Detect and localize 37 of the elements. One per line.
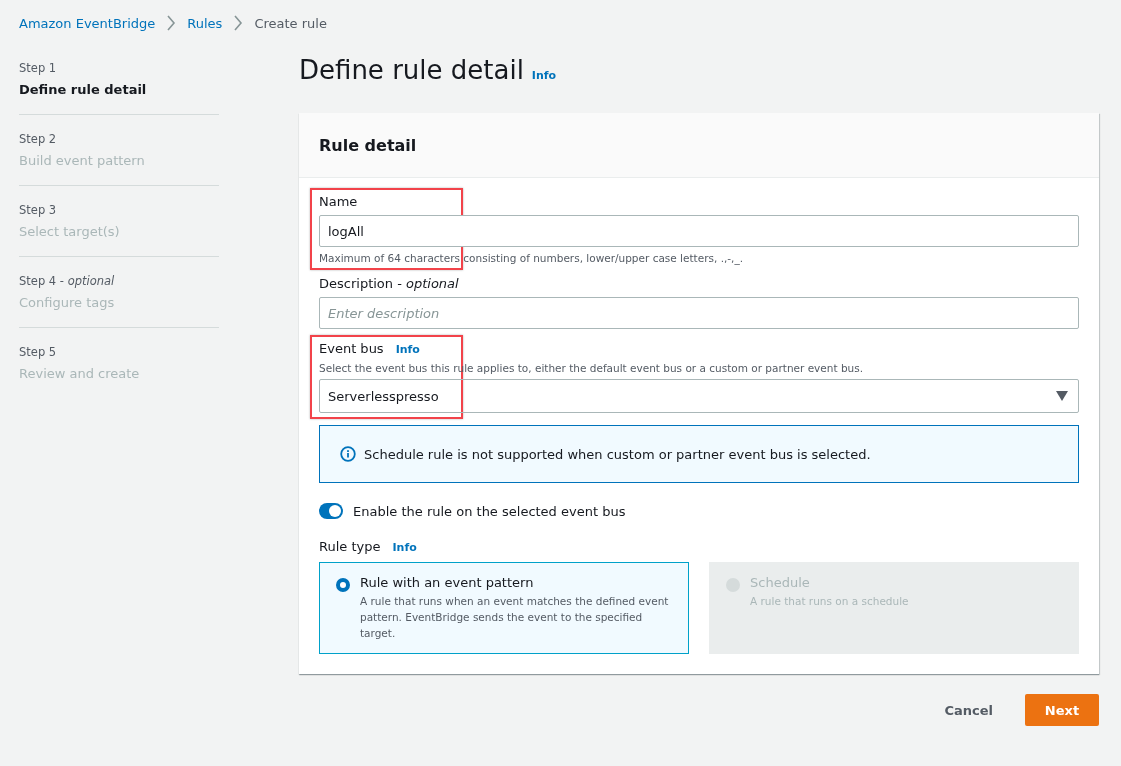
radio-button[interactable] bbox=[336, 578, 350, 592]
field-label: Description - optional bbox=[319, 276, 460, 291]
info-link[interactable]: Info bbox=[531, 69, 557, 82]
caret-down-icon bbox=[1056, 391, 1068, 401]
info-icon bbox=[340, 446, 356, 462]
chevron-right-icon bbox=[233, 15, 244, 31]
step-number: Step 4 - optional bbox=[19, 274, 116, 288]
breadcrumb-link[interactable]: Amazon EventBridge bbox=[19, 15, 156, 31]
field-hint: Maximum of 64 characters consisting of numbers, lower/upper case letters, .,-,_. bbox=[319, 252, 745, 264]
description-input[interactable]: Enter description bbox=[319, 297, 1079, 329]
current-page-label: Create rule bbox=[254, 15, 327, 31]
field-label: Rule type bbox=[319, 539, 381, 554]
next-button[interactable]: Next bbox=[1025, 694, 1099, 726]
chevron-right-icon bbox=[166, 15, 177, 31]
card-title: Rule detail bbox=[319, 135, 417, 155]
cancel-button[interactable]: Cancel bbox=[932, 694, 1005, 726]
option-description: A rule that runs on a schedule bbox=[750, 594, 909, 609]
toggle-switch[interactable] bbox=[319, 503, 343, 519]
breadcrumb-link[interactable]: Rules bbox=[187, 15, 223, 31]
event-bus-select[interactable]: Serverlesspresso bbox=[319, 379, 1079, 413]
info-link[interactable]: Info bbox=[392, 541, 417, 554]
step-number: Step 3 bbox=[19, 203, 58, 217]
alert-text: Schedule rule is not supported when custom or partner event bus is selected. bbox=[364, 446, 871, 462]
info-link[interactable]: Info bbox=[395, 343, 420, 356]
step-number: Step 1 bbox=[19, 61, 58, 75]
page-title: Define rule detail bbox=[299, 55, 524, 85]
option-title: Rule with an event pattern bbox=[360, 575, 535, 590]
field-label: Name bbox=[319, 194, 359, 209]
field-label: Event bus bbox=[319, 341, 384, 356]
step-number: Step 2 bbox=[19, 132, 58, 146]
name-input[interactable]: logAll bbox=[319, 215, 1079, 247]
toggle-label: Enable the rule on the selected event bus bbox=[353, 503, 626, 519]
option-title: Schedule bbox=[750, 575, 811, 590]
option-description: A rule that runs when an event matches the defined event pattern. EventBridge sends the event to the specified target. bbox=[360, 594, 670, 641]
step-number: Step 5 bbox=[19, 345, 58, 359]
step-link[interactable]: Define rule detail bbox=[19, 82, 219, 97]
rule-type-tile[interactable]: Rule with an event pattern A rule that runs when an event matches the defined event pattern. EventBridge sends the event to the specified target. bbox=[319, 562, 689, 654]
